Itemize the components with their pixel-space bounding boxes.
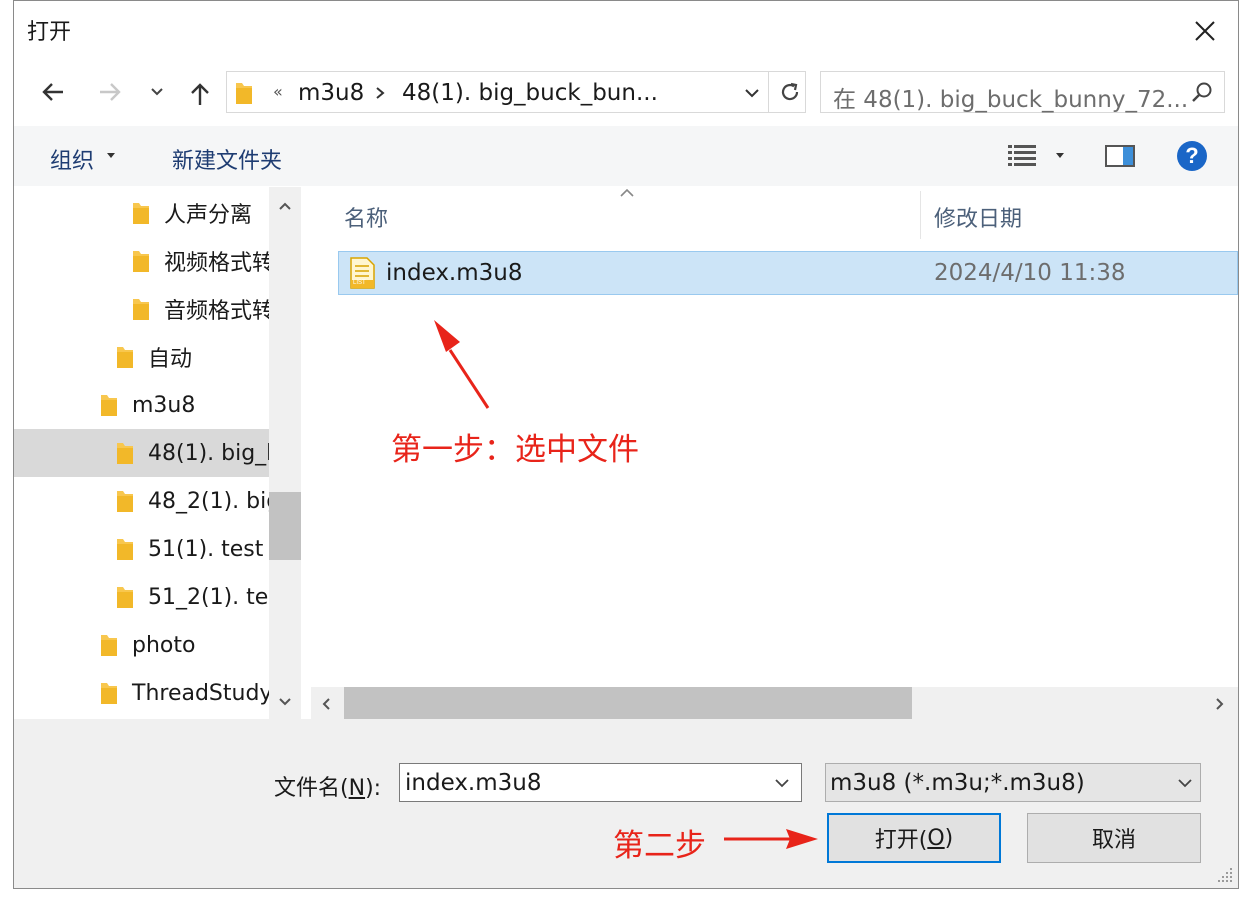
sidebar-item-label: 51(1). test	[148, 536, 264, 562]
navigation-pane: 人声分离 视频格式转 音频格式转 自动 m3u8 48(1). big_buck…	[14, 187, 269, 719]
chevron-right-icon[interactable]	[1215, 697, 1225, 711]
sidebar-item[interactable]: 48_2(1). big	[14, 477, 269, 525]
sidebar-item[interactable]: 音频格式转	[14, 285, 269, 333]
folder-icon	[133, 203, 149, 224]
svg-text:?: ?	[1185, 143, 1198, 168]
folder-icon	[117, 443, 133, 464]
annotation-arrow-up	[434, 320, 490, 409]
scrollbar-thumb[interactable]	[344, 687, 912, 719]
forward-button[interactable]	[92, 74, 128, 110]
command-bar: 组织 新建文件夹 ?	[14, 126, 1238, 186]
file-type-value: m3u8 (*.m3u;*.m3u8)	[830, 770, 1085, 796]
file-date: 2024/4/10 11:38	[934, 260, 1126, 286]
chevron-right-icon[interactable]	[373, 85, 387, 101]
sidebar-item-label: 音频格式转	[164, 299, 269, 324]
sidebar-item-label: m3u8	[132, 392, 196, 418]
divider	[768, 72, 769, 112]
search-box[interactable]: 在 48(1). big_buck_bunny_72...	[820, 71, 1225, 113]
sidebar-item[interactable]: ThreadStudy	[14, 669, 269, 717]
sidebar-item-label: 48_2(1). big	[148, 488, 269, 514]
address-bar[interactable]: « m3u8 48(1). big_buck_bun...	[226, 71, 806, 113]
chevron-up-icon[interactable]	[278, 201, 292, 211]
arrow-up-icon	[191, 83, 209, 105]
close-icon	[1195, 21, 1215, 41]
column-divider[interactable]	[920, 191, 921, 239]
open-button[interactable]: 打开(O)	[827, 813, 1001, 863]
search-icon[interactable]	[1191, 81, 1213, 103]
file-type-select[interactable]: m3u8 (*.m3u;*.m3u8)	[825, 763, 1201, 802]
breadcrumb-overflow[interactable]: «	[273, 82, 283, 101]
folder-icon	[117, 539, 133, 560]
cancel-button[interactable]: 取消	[1027, 813, 1201, 863]
chevron-down-icon[interactable]	[278, 697, 292, 707]
arrow-left-icon	[42, 83, 63, 101]
sidebar-item-label: 48(1). big_buck	[148, 440, 269, 466]
chevron-down-icon	[1178, 779, 1192, 788]
folder-icon	[236, 83, 252, 104]
back-button[interactable]	[35, 74, 71, 110]
sidebar-item[interactable]: 自动	[14, 333, 269, 381]
chevron-down-icon[interactable]	[743, 85, 761, 101]
file-icon-label: LIST	[353, 280, 366, 286]
annotation-arrow-right	[724, 829, 818, 849]
filename-value[interactable]: index.m3u8	[405, 770, 541, 796]
list-horizontal-scrollbar[interactable]	[311, 687, 1238, 719]
scrollbar-thumb[interactable]	[269, 492, 301, 560]
folder-icon	[117, 491, 133, 512]
sidebar-item-label: 人声分离	[164, 203, 253, 228]
recent-locations-button[interactable]	[142, 74, 172, 110]
caret-down-icon	[107, 153, 115, 158]
folder-icon	[101, 683, 117, 704]
sidebar-scrollbar[interactable]	[269, 187, 301, 719]
filename-label: 文件名(N):	[274, 776, 382, 801]
sidebar-item[interactable]: photo	[14, 621, 269, 669]
sidebar-item-label: ThreadStudy	[132, 680, 269, 706]
sidebar-item[interactable]: 51_2(1). test	[14, 573, 269, 621]
close-button[interactable]	[1188, 14, 1222, 48]
view-list-icon[interactable]	[1008, 144, 1036, 168]
step-one-annotation: 第一步：选中文件	[391, 432, 639, 468]
sidebar-item[interactable]: m3u8	[14, 381, 269, 429]
step-two-annotation: 第二步	[613, 828, 706, 864]
sidebar-item[interactable]: 51(1). test	[14, 525, 269, 573]
arrow-right-icon	[100, 83, 121, 101]
folder-icon	[133, 299, 149, 320]
folder-icon	[101, 395, 117, 416]
filename-input[interactable]: index.m3u8	[399, 763, 802, 802]
organize-button[interactable]: 组织	[50, 143, 94, 175]
up-button[interactable]	[182, 76, 218, 112]
file-name: index.m3u8	[386, 260, 523, 286]
pane-splitter[interactable]	[301, 187, 311, 719]
folder-icon	[117, 347, 133, 368]
sidebar-item[interactable]: 视频格式转	[14, 237, 269, 285]
sidebar-item-label: photo	[132, 632, 196, 658]
sidebar-item-label: 视频格式转	[164, 251, 269, 276]
column-header-name[interactable]: 名称	[344, 201, 388, 233]
sidebar-item[interactable]: 人声分离	[14, 189, 269, 237]
preview-pane-icon[interactable]	[1105, 144, 1135, 168]
chevron-left-icon[interactable]	[321, 697, 331, 711]
new-folder-button[interactable]: 新建文件夹	[172, 143, 282, 175]
sort-up-icon	[620, 189, 634, 197]
help-icon[interactable]: ?	[1176, 140, 1208, 172]
chevron-down-icon	[151, 88, 163, 96]
sidebar-item-label: 自动	[148, 347, 193, 372]
folder-icon	[117, 587, 133, 608]
breadcrumb-item-current[interactable]: 48(1). big_buck_bun...	[402, 80, 658, 106]
file-row-selected[interactable]: LIST index.m3u8 2024/4/10 11:38	[338, 251, 1238, 295]
column-header-date[interactable]: 修改日期	[934, 201, 1022, 233]
sidebar-item-label: 51_2(1). test	[148, 584, 269, 610]
refresh-icon[interactable]	[778, 80, 802, 104]
search-input[interactable]: 在 48(1). big_buck_bunny_72...	[833, 80, 1188, 114]
chevron-down-icon[interactable]	[774, 777, 790, 789]
sidebar-item-selected[interactable]: 48(1). big_buck	[14, 429, 269, 477]
resize-grip-icon[interactable]	[1216, 866, 1234, 884]
folder-icon	[101, 635, 117, 656]
folder-icon	[133, 251, 149, 272]
caret-down-icon[interactable]	[1055, 153, 1065, 159]
breadcrumb-item[interactable]: m3u8	[298, 80, 364, 106]
dialog-title: 打开	[27, 20, 72, 45]
